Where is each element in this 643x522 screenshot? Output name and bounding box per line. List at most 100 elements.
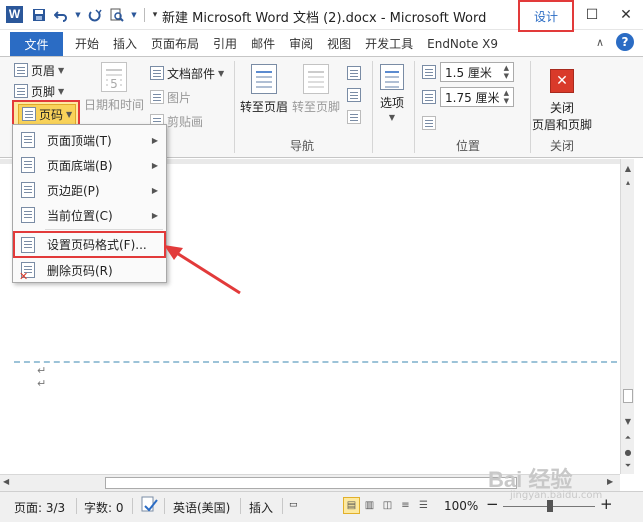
- footer-paragraph-mark[interactable]: ↵: [37, 364, 46, 377]
- header-icon: [14, 63, 28, 77]
- menu-item-current-position[interactable]: 当前位置(C) ▶: [13, 203, 166, 227]
- close-header-footer-button[interactable]: ✕ 关闭 页眉和页脚: [530, 69, 594, 133]
- doc-parts-button[interactable]: 文档部件 ▼: [150, 63, 224, 83]
- menu-item-top-of-page[interactable]: 页面顶端(T) ▶: [13, 128, 166, 152]
- tab-insert[interactable]: 插入: [106, 32, 144, 56]
- menu-item-label: 页边距(P): [47, 183, 100, 198]
- close-label-line1: 关闭: [549, 101, 574, 115]
- goto-header-button[interactable]: 转至页眉: [240, 64, 288, 115]
- date-time-button[interactable]: 5 日期和时间: [84, 62, 144, 113]
- customize-qat-icon[interactable]: ▾: [151, 6, 159, 24]
- navigation-group-label: 导航: [290, 139, 315, 153]
- goto-footer-button[interactable]: 转至页脚: [292, 64, 340, 115]
- menu-item-remove-page-numbers[interactable]: ✕ 删除页码(R): [13, 258, 166, 283]
- spin-arrows-icon[interactable]: ▲ ▼: [504, 64, 509, 80]
- page-count[interactable]: 页面: 3/3: [14, 499, 65, 516]
- web-layout-icon[interactable]: ◫: [379, 497, 396, 514]
- doc-parts-label: 文档部件: [167, 66, 216, 81]
- insert-mode-indicator[interactable]: 插入: [249, 499, 273, 516]
- page-number-icon: [22, 107, 36, 121]
- horizontal-scroll-thumb[interactable]: [105, 477, 517, 489]
- chevron-down-icon[interactable]: ▼: [130, 6, 138, 24]
- chevron-down-icon[interactable]: ▼: [74, 6, 82, 24]
- options-button[interactable]: 选项 ▼: [380, 64, 404, 122]
- vertical-scrollbar[interactable]: ▲ ▴ ▼ ⏶ ● ⏷: [620, 159, 634, 474]
- link-previous-icon: [347, 110, 361, 124]
- proofing-icon[interactable]: [140, 496, 160, 517]
- vertical-scroll-thumb[interactable]: [623, 389, 633, 403]
- outline-view-icon[interactable]: ≡: [397, 497, 414, 514]
- tab-design[interactable]: 设计: [518, 0, 574, 32]
- tab-references[interactable]: 引用: [206, 32, 244, 56]
- page-number-menu: 页面顶端(T) ▶ 页面底端(B) ▶ 页边距(P) ▶ 当前位置(C) ▶ 设…: [12, 124, 167, 283]
- next-section-icon: [347, 88, 361, 102]
- tab-endnote[interactable]: EndNote X9: [420, 32, 505, 56]
- footer-label: 页脚: [31, 84, 56, 99]
- next-page-icon[interactable]: ⏷: [622, 459, 634, 473]
- menu-item-format-page-numbers[interactable]: 设置页码格式(F)...: [13, 231, 166, 258]
- previous-section-button[interactable]: [347, 63, 361, 83]
- close-button[interactable]: ✕: [609, 0, 643, 30]
- chevron-down-icon: ▼: [218, 68, 225, 78]
- delete-x-icon: ✕: [19, 270, 29, 283]
- scroll-up-icon[interactable]: ▲: [622, 161, 634, 175]
- maximize-button[interactable]: ☐: [575, 0, 609, 30]
- status-divider: [240, 498, 241, 514]
- redo-icon[interactable]: [86, 6, 104, 24]
- picture-button[interactable]: 图片: [150, 87, 191, 107]
- language-indicator[interactable]: 英语(美国): [173, 499, 230, 516]
- menu-item-page-margins[interactable]: 页边距(P) ▶: [13, 178, 166, 202]
- scroll-left-icon[interactable]: ◀: [3, 477, 9, 486]
- footer-position-input[interactable]: 1.75 厘米 ▲ ▼: [440, 87, 514, 107]
- zoom-level[interactable]: 100%: [444, 499, 478, 513]
- browse-object-icon[interactable]: ●: [622, 445, 634, 459]
- scroll-up-icon[interactable]: ▴: [622, 175, 634, 189]
- zoom-slider-thumb[interactable]: [547, 500, 553, 512]
- header-position-icon: [422, 65, 436, 79]
- clip-art-label: 剪贴画: [167, 114, 204, 129]
- scroll-right-icon[interactable]: ▶: [607, 477, 613, 486]
- previous-page-icon[interactable]: ⏶: [622, 431, 634, 445]
- link-previous-button[interactable]: [347, 107, 361, 127]
- draft-view-icon[interactable]: ☰: [415, 497, 432, 514]
- tab-file[interactable]: 文件: [10, 32, 63, 56]
- print-preview-icon[interactable]: [108, 6, 126, 24]
- status-divider: [282, 498, 283, 514]
- footer-button[interactable]: 页脚 ▼: [14, 81, 64, 101]
- menu-divider: [45, 229, 163, 230]
- tab-page-layout[interactable]: 页面布局: [144, 32, 206, 56]
- group-divider: [414, 61, 415, 153]
- menu-item-label: 页面顶端(T): [47, 133, 112, 148]
- next-section-button[interactable]: [347, 85, 361, 105]
- header-position-value: 1.5 厘米: [445, 65, 492, 80]
- chevron-right-icon: ▶: [151, 185, 158, 195]
- help-icon[interactable]: ?: [616, 33, 634, 51]
- header-position-input[interactable]: 1.5 厘米 ▲ ▼: [440, 62, 514, 82]
- menu-item-bottom-of-page[interactable]: 页面底端(B) ▶: [13, 153, 166, 177]
- scroll-down-icon[interactable]: ▼: [622, 414, 634, 428]
- menu-item-label: 页面底端(B): [47, 158, 113, 173]
- print-layout-view-icon[interactable]: ▤: [343, 497, 360, 514]
- macro-record-icon[interactable]: ▭: [289, 500, 298, 510]
- collapse-ribbon-icon[interactable]: ∧: [596, 36, 604, 49]
- header-position-control: 1.5 厘米 ▲ ▼: [422, 62, 514, 82]
- group-divider: [234, 61, 235, 153]
- spin-arrows-icon[interactable]: ▲ ▼: [504, 89, 509, 105]
- picture-icon: [150, 90, 164, 104]
- tab-home[interactable]: 开始: [68, 32, 106, 56]
- insert-alignment-tab-button[interactable]: [422, 113, 436, 133]
- tab-mailings[interactable]: 邮件: [244, 32, 282, 56]
- zoom-out-icon[interactable]: −: [486, 495, 499, 513]
- full-screen-reading-icon[interactable]: ▥: [361, 497, 378, 514]
- paragraph-mark: ↵: [37, 377, 47, 390]
- save-icon[interactable]: [30, 6, 48, 24]
- header-button[interactable]: 页眉 ▼: [14, 60, 64, 80]
- picture-label: 图片: [167, 90, 192, 105]
- word-count[interactable]: 字数: 0: [84, 499, 124, 516]
- tab-review[interactable]: 审阅: [282, 32, 320, 56]
- undo-icon[interactable]: [52, 6, 70, 24]
- tab-view[interactable]: 视图: [320, 32, 358, 56]
- word-logo-icon[interactable]: W: [6, 6, 23, 23]
- tab-developer[interactable]: 开发工具: [358, 32, 420, 56]
- page-number-button-face: 页码 ▼: [18, 103, 77, 125]
